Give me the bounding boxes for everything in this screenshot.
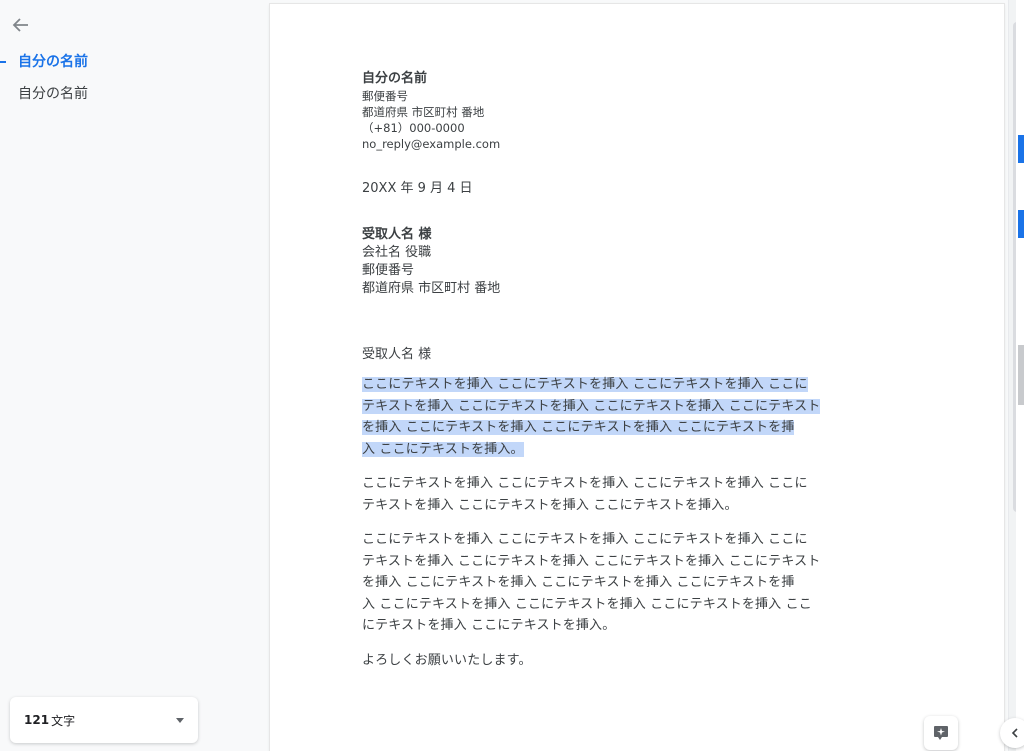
outline-active-marker (0, 61, 6, 63)
recipient-address: 都道府県 市区町村 番地 (362, 281, 501, 296)
arrow-left-icon (12, 18, 28, 32)
side-panel-tab-2[interactable] (1018, 210, 1024, 238)
sender-name: 自分の名前 (362, 71, 428, 86)
document-body[interactable]: 自分の名前 郵便番号 都道府県 市区町村 番地 （+81）000-0000 no… (362, 70, 846, 671)
sender-postal: 郵便番号 (362, 89, 408, 103)
recipient-name: 受取人名 様 (362, 227, 432, 242)
explore-sparkle-icon (934, 726, 948, 740)
sender-phone: （+81）000-0000 (362, 121, 465, 135)
body-paragraph-2: ここにテキストを挿入 ここにテキストを挿入 ここにテキストを挿入 ここに テキスト… (362, 476, 808, 513)
body-paragraph-1-selected: ここにテキストを挿入 ここにテキストを挿入 ここにテキストを挿入 ここに テキスト… (362, 374, 846, 460)
sender-email: no_reply@example.com (362, 137, 501, 151)
recipient-company: 会社名 役職 (362, 245, 432, 260)
outline-item-heading-2[interactable]: 自分の名前 (18, 83, 88, 103)
selected-text: ここにテキストを挿入 ここにテキストを挿入 ここにテキストを挿入 ここに テキスト… (362, 377, 821, 457)
explore-button[interactable] (924, 716, 958, 750)
docs-app: 自分の名前 自分の名前 121 文字 自分の名前 郵便番号 都道府県 市区町村 … (0, 0, 1024, 751)
letter-date: 20XX 年 9 月 4 日 (362, 181, 473, 196)
salutation: 受取人名 様 (362, 347, 432, 362)
document-page[interactable]: 自分の名前 郵便番号 都道府県 市区町村 番地 （+81）000-0000 no… (270, 4, 1004, 751)
document-canvas: 自分の名前 郵便番号 都道府県 市区町村 番地 （+81）000-0000 no… (268, 0, 1008, 751)
recipient-postal: 郵便番号 (362, 263, 415, 278)
word-count-value: 121 (24, 713, 50, 727)
outline-item-heading-1[interactable]: 自分の名前 (18, 51, 88, 71)
hide-side-panel-button[interactable] (1000, 718, 1024, 748)
body-paragraph-3: ここにテキストを挿入 ここにテキストを挿入 ここにテキストを挿入 ここに テキスト… (362, 532, 821, 633)
side-panel-tab-1[interactable] (1018, 135, 1024, 163)
word-count-unit: 文字 (51, 713, 76, 728)
word-count-widget[interactable]: 121 文字 (10, 697, 198, 743)
chevron-left-icon (1011, 728, 1018, 738)
closing-line: よろしくお願いいたします。 (362, 652, 532, 668)
side-panel-tab-3[interactable] (1018, 345, 1024, 405)
close-outline-button[interactable] (8, 12, 34, 38)
sender-address: 都道府県 市区町村 番地 (362, 105, 485, 119)
document-outline-panel: 自分の名前 自分の名前 121 文字 (0, 0, 268, 751)
caret-down-icon (176, 717, 184, 723)
